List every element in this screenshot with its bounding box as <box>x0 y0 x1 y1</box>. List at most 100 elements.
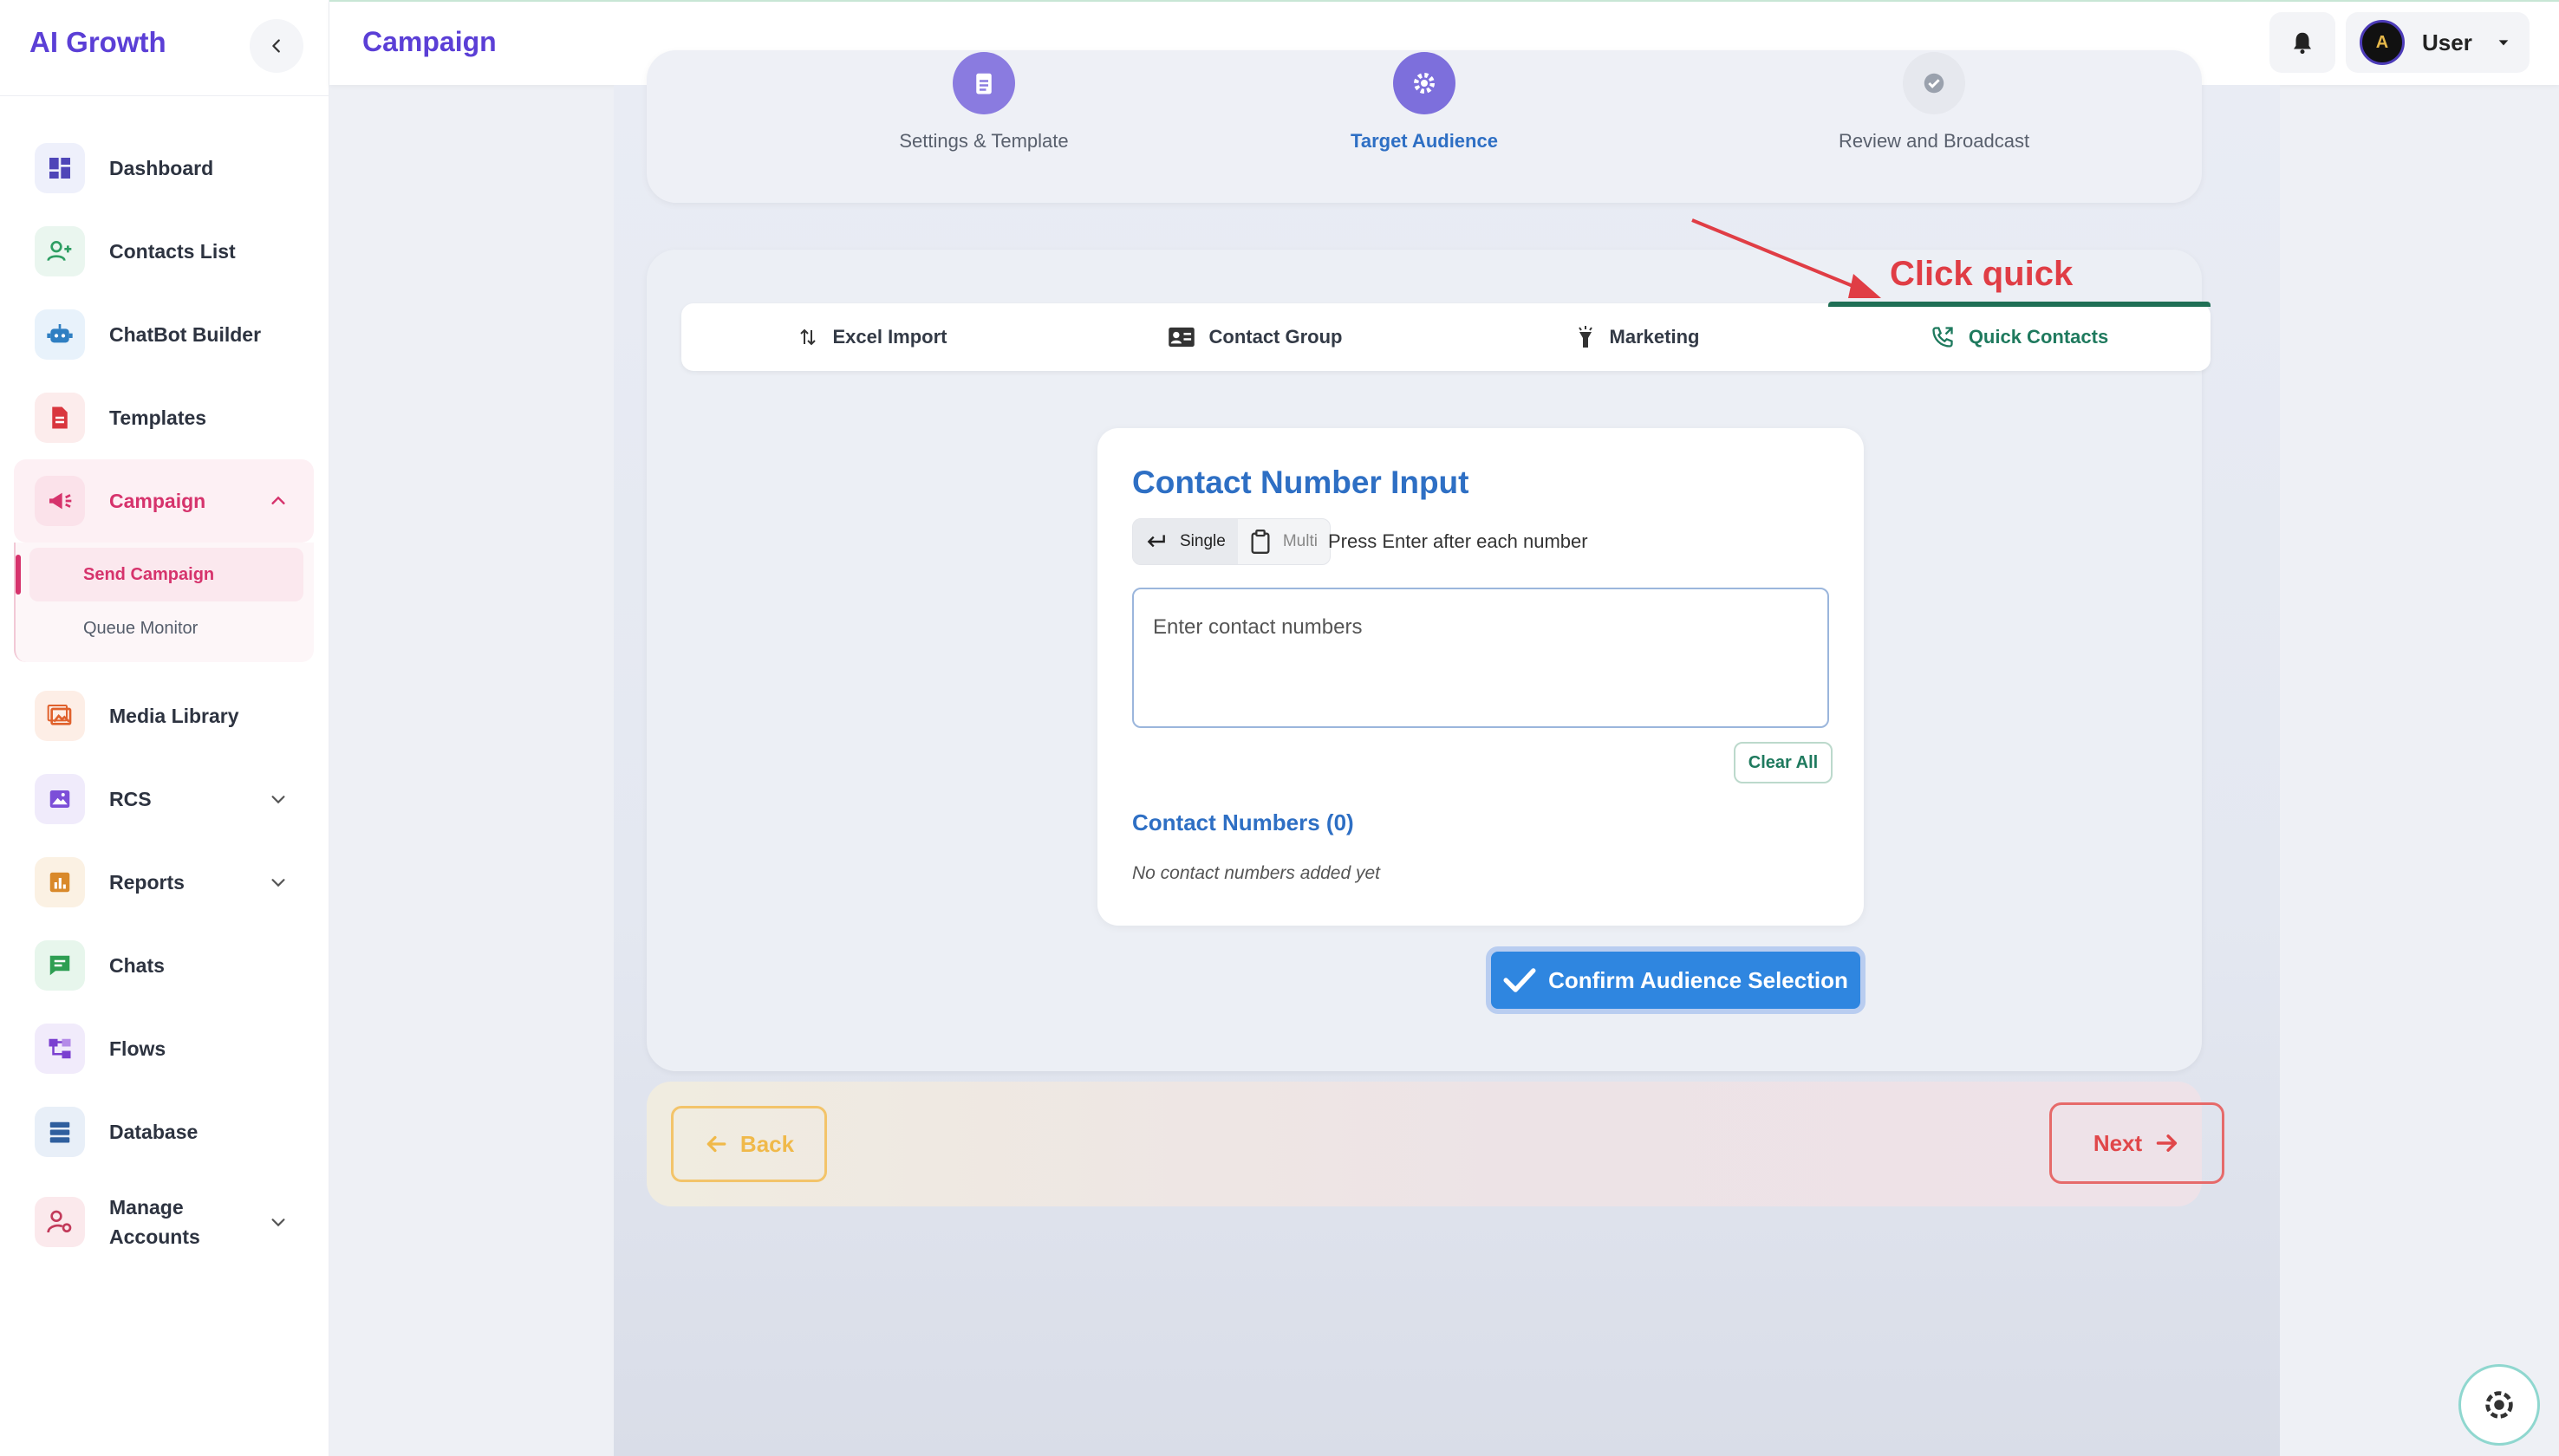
document-icon <box>35 393 85 443</box>
input-hint: Press Enter after each number <box>1328 530 1588 552</box>
sidebar-nav: Dashboard Contacts List ChatBot Builder … <box>14 127 314 1271</box>
phone-forward-icon <box>1932 327 1953 348</box>
sidebar-item-templates[interactable]: Templates <box>14 376 314 459</box>
megaphone-icon <box>35 476 85 526</box>
user-name: User <box>2422 29 2472 55</box>
id-card-icon <box>1168 327 1195 348</box>
tab-excel-import[interactable]: Excel Import <box>681 303 1064 371</box>
enter-key-icon <box>1147 535 1165 548</box>
empty-state-text: No contact numbers added yet <box>1132 863 1381 883</box>
contact-numbers-input[interactable] <box>1132 588 1829 728</box>
sidebar-item-label: Reports <box>109 871 185 894</box>
tab-quick-contacts[interactable]: Quick Contacts <box>1828 302 2211 371</box>
tab-label: Quick Contacts <box>1968 326 2109 348</box>
confirm-label: Confirm Audience Selection <box>1548 966 1848 993</box>
input-mode-toggle: Single Multi <box>1132 518 1331 565</box>
robot-icon <box>35 309 85 360</box>
caret-down-icon <box>2498 40 2509 46</box>
sidebar-item-media-library[interactable]: Media Library <box>14 674 314 757</box>
check-circle-icon <box>1903 52 1965 114</box>
sidebar-item-chatbot-builder[interactable]: ChatBot Builder <box>14 293 314 376</box>
sidebar: AI Growth Dashboard Contacts List ChatBo… <box>0 0 329 1456</box>
brand-logo[interactable]: AI Growth <box>29 26 166 59</box>
sidebar-item-reports[interactable]: Reports <box>14 841 314 924</box>
page-title: Campaign <box>362 26 497 57</box>
sidebar-item-contacts-list[interactable]: Contacts List <box>14 210 314 293</box>
sidebar-item-label: Templates <box>109 406 207 429</box>
collapse-sidebar-button[interactable] <box>250 19 303 73</box>
chevron-down-icon <box>271 796 285 804</box>
media-icon <box>35 691 85 741</box>
sidebar-item-label: ChatBot Builder <box>109 323 262 346</box>
sidebar-item-manage-accounts[interactable]: Manage Accounts <box>14 1173 314 1271</box>
flow-icon <box>35 1024 85 1074</box>
sidebar-item-label: Campaign <box>109 490 206 512</box>
bell-icon <box>2294 32 2311 55</box>
chevron-left-icon <box>272 39 280 53</box>
tab-contact-group[interactable]: Contact Group <box>1064 303 1446 371</box>
next-button[interactable]: Next <box>2049 1102 2224 1184</box>
avatar: A <box>2360 20 2405 65</box>
mode-label: Multi <box>1282 532 1318 550</box>
sidebar-item-campaign[interactable]: Campaign <box>14 459 314 543</box>
sidebar-item-chats[interactable]: Chats <box>14 924 314 1007</box>
chevron-down-icon <box>271 1219 285 1227</box>
mode-single-button[interactable]: Single <box>1133 519 1238 564</box>
mode-multi-button[interactable]: Multi <box>1238 519 1330 564</box>
step-settings-template[interactable]: Settings & Template <box>811 50 1157 153</box>
tab-label: Excel Import <box>832 326 947 348</box>
sidebar-item-database[interactable]: Database <box>14 1090 314 1173</box>
sidebar-item-label: Dashboard <box>109 157 214 179</box>
sort-arrows-icon <box>800 328 817 346</box>
sidebar-item-label: Database <box>109 1121 199 1143</box>
tab-label: Contact Group <box>1208 326 1343 348</box>
sidebar-item-label: Flows <box>109 1037 166 1060</box>
contact-numbers-header: Contact Numbers (0) <box>1132 809 1354 835</box>
main-content: Settings & Template Target Audience Revi… <box>614 50 2280 1456</box>
back-label: Back <box>739 1130 795 1157</box>
sidebar-subitem-send-campaign[interactable]: Send Campaign <box>16 548 303 601</box>
step-review-broadcast[interactable]: Review and Broadcast <box>1761 50 2107 153</box>
add-user-icon <box>35 226 85 276</box>
next-label: Next <box>2093 1129 2143 1156</box>
help-chat-button[interactable] <box>2458 1364 2540 1446</box>
campaign-submenu: Send Campaign Queue Monitor <box>14 543 314 662</box>
support-icon <box>2485 1391 2513 1419</box>
back-button[interactable]: Back <box>671 1106 827 1182</box>
dashboard-icon <box>35 143 85 193</box>
clipboard-icon <box>1251 530 1270 554</box>
confirm-audience-button[interactable]: Confirm Audience Selection <box>1486 946 1866 1014</box>
user-settings-icon <box>35 1197 85 1247</box>
image-icon <box>35 774 85 824</box>
sidebar-item-dashboard[interactable]: Dashboard <box>14 127 314 210</box>
sidebar-item-flows[interactable]: Flows <box>14 1007 314 1090</box>
step-target-audience[interactable]: Target Audience <box>1251 50 1598 153</box>
contact-number-input-card: Contact Number Input Single Multi Press … <box>1097 428 1864 926</box>
sidebar-item-rcs[interactable]: RCS <box>14 757 314 841</box>
step-label: Target Audience <box>1351 130 1498 152</box>
chevron-down-icon <box>271 879 285 887</box>
sidebar-item-label: Media Library <box>109 705 239 727</box>
sidebar-item-label: Chats <box>109 954 165 977</box>
sidebar-item-label: RCS <box>109 788 152 810</box>
campaign-stepper: Settings & Template Target Audience Revi… <box>647 50 2202 203</box>
sidebar-divider <box>0 95 329 96</box>
arrow-right-icon <box>2156 1134 2178 1152</box>
database-icon <box>35 1107 85 1157</box>
audience-source-tabs: Excel Import Contact Group Marketing Qui… <box>681 302 2211 371</box>
annotation-arrow-icon <box>1691 218 1881 298</box>
clipboard-icon <box>953 52 1015 114</box>
check-icon <box>1503 968 1536 992</box>
step-label: Settings & Template <box>899 130 1069 152</box>
sidebar-item-label: Manage Accounts <box>109 1196 200 1248</box>
gear-icon <box>1393 52 1455 114</box>
clear-all-button[interactable]: Clear All <box>1734 742 1833 783</box>
bar-chart-icon <box>35 857 85 907</box>
user-menu-button[interactable]: A User <box>2346 12 2530 73</box>
step-label: Review and Broadcast <box>1838 130 2030 152</box>
audience-card: Click quick contacts Excel Import Contac… <box>647 218 2211 1071</box>
notifications-button[interactable] <box>2269 12 2335 73</box>
sidebar-subitem-queue-monitor[interactable]: Queue Monitor <box>16 601 314 655</box>
mode-label: Single <box>1180 532 1226 550</box>
tab-marketing[interactable]: Marketing <box>1446 303 1828 371</box>
